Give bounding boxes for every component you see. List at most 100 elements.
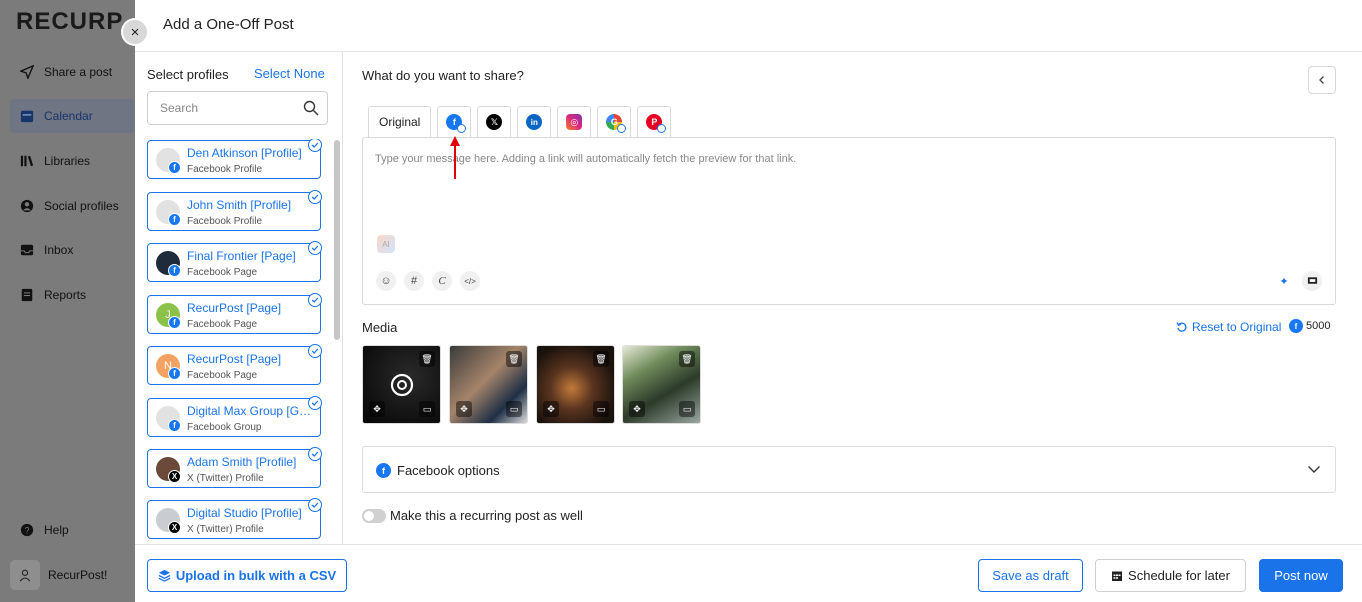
media-thumbnail[interactable]: 🗑 ✥ ▭ bbox=[362, 345, 441, 424]
tab-instagram[interactable]: ◎ bbox=[557, 106, 592, 137]
char-count: f 5000 bbox=[1289, 319, 1330, 333]
send-icon bbox=[20, 65, 34, 79]
profile-search-input[interactable]: Search bbox=[147, 91, 328, 125]
profile-card[interactable]: X Adam Smith [Profile] X (Twitter) Profi… bbox=[147, 447, 322, 488]
nav-share-a-post[interactable]: Share a post bbox=[10, 55, 135, 89]
post-now-button[interactable]: Post now bbox=[1259, 559, 1343, 592]
delete-icon[interactable]: 🗑 bbox=[593, 351, 609, 367]
nav-label: Reports bbox=[44, 288, 87, 302]
x-badge-icon: X bbox=[168, 521, 181, 534]
media-library-icon[interactable] bbox=[1302, 271, 1322, 291]
save-draft-button[interactable]: Save as draft bbox=[978, 559, 1083, 592]
profile-card[interactable]: X Digital Studio [Profile] X (Twitter) P… bbox=[147, 498, 322, 539]
tab-linkedin[interactable]: in bbox=[517, 106, 552, 137]
media-label: Media bbox=[362, 320, 398, 335]
delete-icon[interactable]: 🗑 bbox=[419, 351, 435, 367]
message-editor[interactable]: Type your message here. Adding a link wi… bbox=[362, 137, 1336, 305]
move-icon[interactable]: ✥ bbox=[629, 401, 645, 417]
nav-calendar[interactable]: Calendar bbox=[10, 99, 135, 133]
tab-facebook[interactable]: f bbox=[437, 106, 472, 137]
tab-original[interactable]: Original bbox=[368, 106, 432, 137]
schedule-later-button[interactable]: Schedule for later bbox=[1095, 559, 1246, 592]
instagram-icon: ◎ bbox=[566, 114, 583, 130]
profile-card[interactable]: f John Smith [Profile] Facebook Profile bbox=[147, 190, 322, 231]
calendar-icon bbox=[1112, 571, 1123, 581]
message-placeholder: Type your message here. Adding a link wi… bbox=[375, 153, 797, 165]
facebook-badge-icon: f bbox=[168, 264, 181, 277]
upload-csv-button[interactable]: Upload in bulk with a CSV bbox=[147, 559, 347, 592]
check-icon bbox=[308, 293, 322, 307]
profile-type: Facebook Page bbox=[187, 267, 258, 278]
select-none-link[interactable]: Select None bbox=[254, 66, 325, 81]
add-post-modal: Add a One-Off Post Select profiles Selec… bbox=[135, 0, 1362, 602]
calendar-icon bbox=[20, 110, 34, 123]
media-thumbnail[interactable]: 🗑 ✥ ▭ bbox=[622, 345, 701, 424]
profile-type: Facebook Profile bbox=[187, 164, 263, 175]
nav-user[interactable]: RecurPost! bbox=[10, 558, 135, 592]
facebook-badge-icon: f bbox=[168, 316, 181, 329]
recurring-label: Make this a recurring post as well bbox=[390, 508, 583, 523]
profile-card[interactable]: N f RecurPost [Page] Facebook Page bbox=[147, 344, 322, 385]
profile-name: RecurPost [Page] bbox=[187, 352, 282, 366]
media-thumbnail[interactable]: 🗑 ✥ ▭ bbox=[536, 345, 615, 424]
comment-icon[interactable]: ▭ bbox=[506, 401, 522, 417]
comment-icon[interactable]: ▭ bbox=[593, 401, 609, 417]
profile-type: X (Twitter) Profile bbox=[187, 473, 264, 484]
delete-icon[interactable]: 🗑 bbox=[679, 351, 695, 367]
move-icon[interactable]: ✥ bbox=[369, 401, 385, 417]
ai-sparkle-icon[interactable]: ✦ bbox=[1274, 271, 1294, 291]
facebook-options-accordion[interactable]: f Facebook options bbox=[362, 446, 1336, 493]
move-icon[interactable]: ✥ bbox=[543, 401, 559, 417]
compose-panel: What do you want to share? Original f 𝕏 … bbox=[343, 52, 1362, 544]
nav-inbox[interactable]: Inbox bbox=[10, 233, 135, 267]
x-badge-icon: X bbox=[168, 470, 181, 483]
chevron-down-icon bbox=[1308, 466, 1320, 473]
annotation-arrow-icon bbox=[450, 136, 460, 179]
emoji-icon[interactable]: ☺ bbox=[376, 271, 396, 291]
move-icon[interactable]: ✥ bbox=[456, 401, 472, 417]
delete-icon[interactable]: 🗑 bbox=[506, 351, 522, 367]
recurring-toggle[interactable] bbox=[362, 509, 386, 523]
nav-reports[interactable]: Reports bbox=[10, 278, 135, 312]
comment-icon[interactable]: ▭ bbox=[679, 401, 695, 417]
google-business-icon: G bbox=[606, 114, 627, 133]
canva-icon[interactable]: C bbox=[432, 271, 452, 291]
tab-x[interactable]: 𝕏 bbox=[477, 106, 512, 137]
tab-google-business[interactable]: G bbox=[597, 106, 632, 137]
facebook-options-label: Facebook options bbox=[397, 463, 500, 478]
collapse-preview-button[interactable] bbox=[1308, 66, 1336, 94]
profile-type: Facebook Page bbox=[187, 370, 258, 381]
network-tabs: Original f 𝕏 in ◎ G P bbox=[368, 106, 672, 138]
ai-assist-icon[interactable]: AI bbox=[377, 235, 395, 253]
check-icon bbox=[308, 139, 322, 152]
search-icon[interactable] bbox=[303, 100, 319, 116]
tab-pinterest[interactable]: P bbox=[637, 106, 672, 137]
profile-list-scrollbar[interactable] bbox=[334, 140, 340, 340]
hashtag-icon[interactable]: # bbox=[404, 271, 424, 291]
nav-help[interactable]: ? Help bbox=[10, 513, 135, 547]
layers-icon bbox=[158, 569, 171, 582]
nav-label: Help bbox=[44, 523, 69, 537]
profile-card[interactable]: J f RecurPost [Page] Facebook Page bbox=[147, 293, 322, 334]
nav-label: Inbox bbox=[44, 243, 74, 257]
code-icon[interactable]: </> bbox=[460, 271, 480, 291]
compose-question: What do you want to share? bbox=[362, 68, 524, 83]
reset-to-original-link[interactable]: Reset to Original bbox=[1176, 320, 1281, 334]
comment-icon[interactable]: ▭ bbox=[419, 401, 435, 417]
nav-libraries[interactable]: Libraries bbox=[10, 144, 135, 178]
nav-label: Libraries bbox=[44, 154, 91, 168]
x-icon: 𝕏 bbox=[486, 114, 503, 130]
close-modal-button[interactable]: × bbox=[123, 20, 147, 44]
profile-card[interactable]: f Den Atkinson [Profile] Facebook Profil… bbox=[147, 139, 322, 179]
nav-label: Social profiles bbox=[44, 199, 119, 213]
check-icon bbox=[308, 498, 322, 512]
profile-name: Final Frontier [Page] bbox=[187, 249, 296, 263]
profile-card[interactable]: f Digital Max Group [Group] Facebook Gro… bbox=[147, 396, 322, 437]
app-logo: RECURP bbox=[16, 8, 124, 35]
profile-card[interactable]: f Final Frontier [Page] Facebook Page bbox=[147, 241, 322, 282]
facebook-badge-icon: f bbox=[168, 161, 181, 174]
user-name: RecurPost! bbox=[48, 568, 108, 582]
chevron-left-icon bbox=[1319, 76, 1324, 84]
nav-social-profiles[interactable]: Social profiles bbox=[10, 189, 135, 223]
media-thumbnail[interactable]: 🗑 ✥ ▭ bbox=[449, 345, 528, 424]
